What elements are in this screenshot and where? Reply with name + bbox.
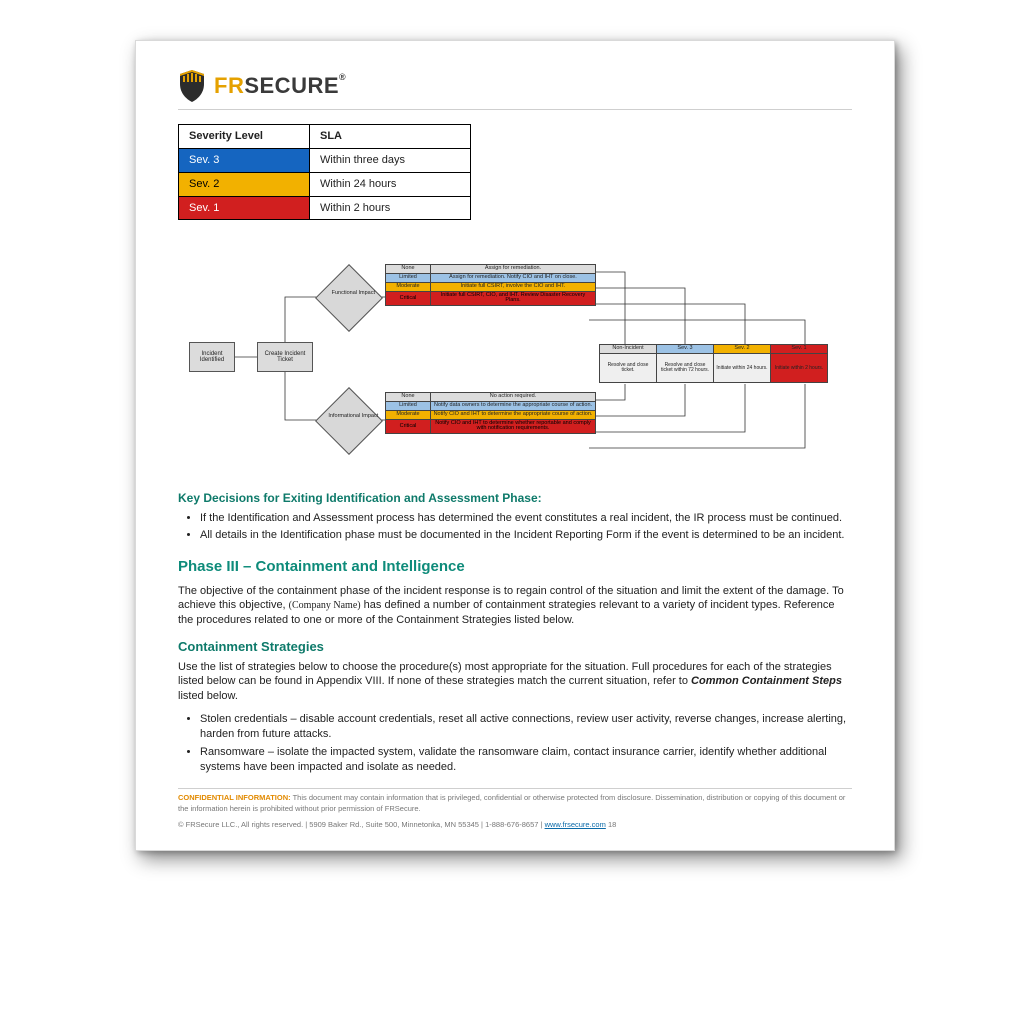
- shield-icon: [178, 69, 206, 103]
- containment-intro-bold: Common Containment Steps: [691, 675, 842, 687]
- flow-decision-informational-label: Informational Impact: [323, 414, 383, 420]
- logo: FRSECURE®: [178, 69, 852, 103]
- logo-registered: ®: [339, 72, 346, 82]
- copyright-text: © FRSecure LLC., All rights reserved. | …: [178, 820, 545, 829]
- phase3-company-placeholder: (Company Name): [289, 600, 361, 611]
- containment-intro: Use the list of strategies below to choo…: [178, 660, 852, 705]
- list-item: If the Identification and Assessment pro…: [200, 511, 852, 526]
- list-item: All details in the Identification phase …: [200, 528, 852, 543]
- table-row: Resolve and close ticket. Resolve and cl…: [600, 354, 828, 383]
- page-footer: CONFIDENTIAL INFORMATION: This document …: [178, 788, 852, 829]
- logo-fr: FR: [214, 73, 244, 98]
- table-row: LimitedAssign for remediation. Notify CI…: [386, 274, 596, 283]
- flow-decision-informational: Informational Impact: [315, 387, 383, 455]
- flow-informational-matrix: NoneNo action required. LimitedNotify da…: [385, 392, 596, 434]
- key-decisions-list: If the Identification and Assessment pro…: [200, 511, 852, 544]
- confidential-label: CONFIDENTIAL INFORMATION:: [178, 793, 291, 802]
- table-row: CriticalInitiate full CSIRT, CIO, and IH…: [386, 291, 596, 306]
- flow-incident-identified: Incident Identified: [189, 342, 235, 372]
- flowchart: Incident Identified Create Incident Tick…: [185, 242, 845, 472]
- table-row: Sev. 2 Within 24 hours: [179, 172, 471, 196]
- sev1-sla: Within 2 hours: [310, 196, 471, 220]
- key-decisions-heading: Key Decisions for Exiting Identification…: [178, 490, 852, 506]
- flow-decision-functional: Functional Impact: [315, 264, 383, 332]
- footer-confidential: CONFIDENTIAL INFORMATION: This document …: [178, 793, 852, 813]
- sev3-label: Sev. 3: [179, 148, 310, 172]
- table-row: Non-Incident Sev. 3 Sev. 2 Sev. 1: [600, 345, 828, 354]
- logo-text: FRSECURE®: [214, 71, 346, 101]
- table-row: LimitedNotify data owners to determine t…: [386, 402, 596, 411]
- table-row: NoneNo action required.: [386, 393, 596, 402]
- footer-rule: [178, 788, 852, 789]
- sev2-label: Sev. 2: [179, 172, 310, 196]
- flow-severity-strip: Non-Incident Sev. 3 Sev. 2 Sev. 1 Resolv…: [599, 344, 828, 383]
- table-row: NoneAssign for remediation.: [386, 265, 596, 274]
- containment-heading: Containment Strategies: [178, 638, 852, 656]
- sev3-sla: Within three days: [310, 148, 471, 172]
- page-number: 18: [608, 820, 616, 829]
- flow-decision-functional-label: Functional Impact: [323, 291, 383, 297]
- document-page: FRSECURE® Severity Level SLA Sev. 3 With…: [135, 40, 895, 851]
- logo-secure: SECURE: [244, 73, 339, 98]
- containment-intro-b: listed below.: [178, 690, 238, 702]
- sev-header-sla: SLA: [310, 125, 471, 149]
- containment-list: Stolen credentials – disable account cre…: [200, 712, 852, 774]
- header-rule: [178, 109, 852, 110]
- list-item: Ransomware – isolate the impacted system…: [200, 745, 852, 775]
- footer-link[interactable]: www.frsecure.com: [545, 820, 606, 829]
- table-row: Sev. 1 Within 2 hours: [179, 196, 471, 220]
- sev1-label: Sev. 1: [179, 196, 310, 220]
- table-row: ModerateInitiate full CSIRT, involve the…: [386, 282, 596, 291]
- flow-functional-matrix: NoneAssign for remediation. LimitedAssig…: [385, 264, 596, 306]
- phase3-heading: Phase III – Containment and Intelligence: [178, 557, 852, 577]
- table-row: Sev. 3 Within three days: [179, 148, 471, 172]
- footer-copyright: © FRSecure LLC., All rights reserved. | …: [178, 820, 852, 830]
- table-row: ModerateNotify CIO and IHT to determine …: [386, 410, 596, 419]
- list-item: Stolen credentials – disable account cre…: [200, 712, 852, 742]
- table-row: CriticalNotify CIO and IHT to determine …: [386, 419, 596, 434]
- phase3-paragraph: The objective of the containment phase o…: [178, 584, 852, 629]
- sev-header-level: Severity Level: [179, 125, 310, 149]
- sev2-sla: Within 24 hours: [310, 172, 471, 196]
- table-row: Severity Level SLA: [179, 125, 471, 149]
- flow-create-ticket: Create Incident Ticket: [257, 342, 313, 372]
- severity-table: Severity Level SLA Sev. 3 Within three d…: [178, 124, 471, 220]
